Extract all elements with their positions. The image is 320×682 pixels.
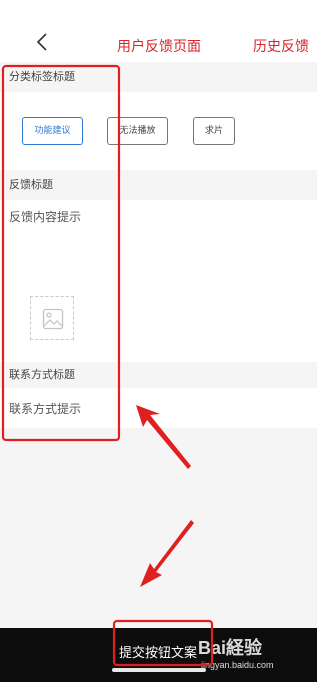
watermark-logo: Bai経验 <box>198 638 263 658</box>
category-section-title: 分类标签标题 <box>0 62 317 92</box>
feedback-area: 反馈内容提示 <box>0 200 317 362</box>
back-button[interactable] <box>30 30 60 60</box>
tag-cannot-play[interactable]: 无法播放 <box>107 117 168 145</box>
image-upload-icon <box>42 308 64 330</box>
contact-input[interactable]: 联系方式提示 <box>9 400 81 417</box>
feedback-section-title: 反馈标题 <box>0 170 317 200</box>
tag-feature-suggestion[interactable]: 功能建议 <box>22 117 83 145</box>
empty-area <box>0 428 317 628</box>
submit-button[interactable]: 提交按钮文案 Bai経验 jingyan.baidu.com <box>0 628 317 682</box>
category-tags: 功能建议 无法播放 求片 <box>0 92 317 170</box>
watermark-url: jingyan.baidu.com <box>201 660 274 670</box>
contact-section-title: 联系方式标题 <box>0 362 317 388</box>
home-indicator <box>112 668 206 672</box>
image-upload-button[interactable] <box>30 296 74 340</box>
header: 用户反馈页面 历史反馈 <box>0 0 317 62</box>
chevron-left-icon <box>36 33 47 51</box>
page-title: 用户反馈页面 <box>117 39 201 55</box>
submit-label: 提交按钮文案 <box>119 646 198 661</box>
history-feedback-link[interactable]: 历史反馈 <box>253 36 309 56</box>
feedback-content-input[interactable]: 反馈内容提示 <box>9 208 309 288</box>
tag-request-movie[interactable]: 求片 <box>193 117 235 145</box>
contact-area: 联系方式提示 <box>0 388 317 428</box>
